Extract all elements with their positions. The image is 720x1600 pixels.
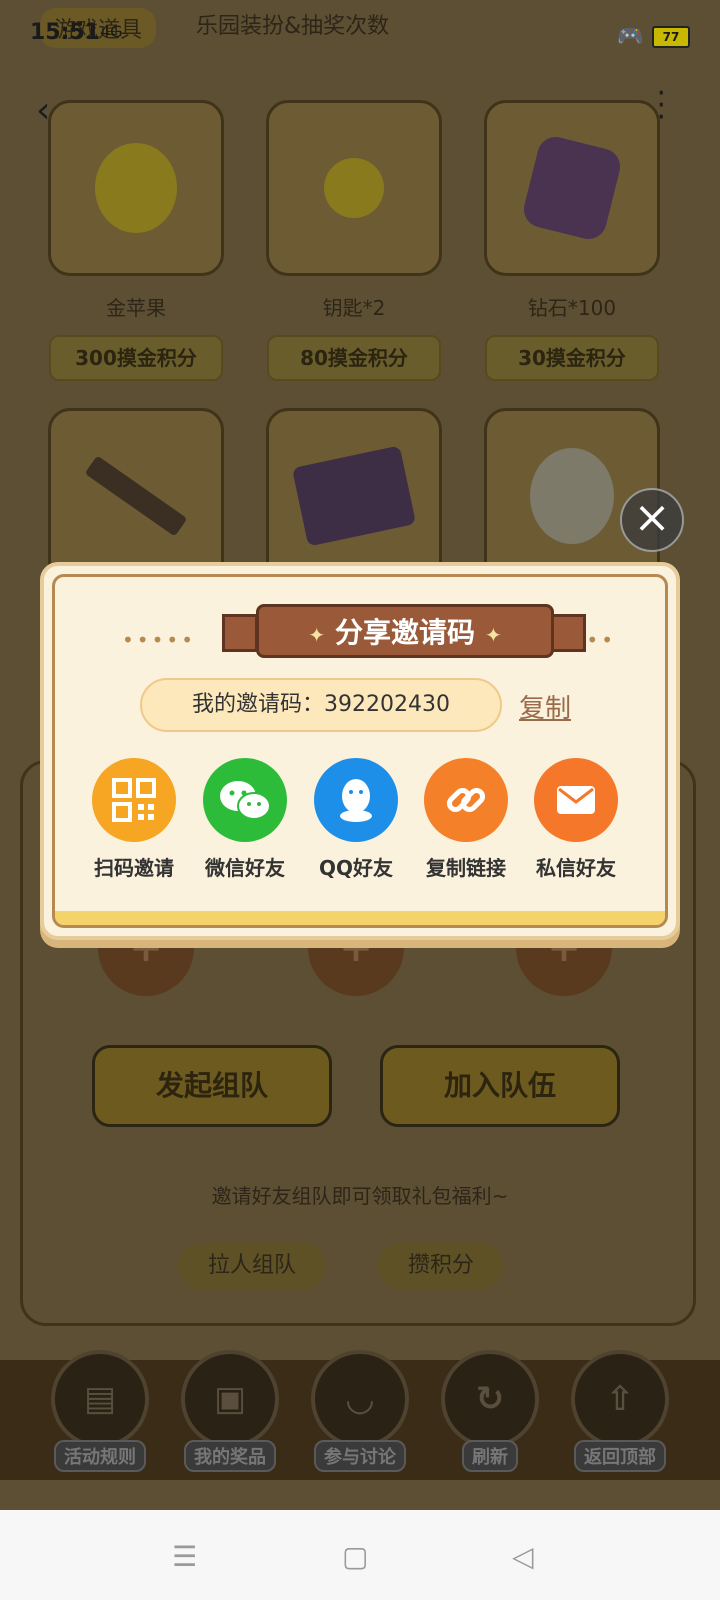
share-label: 扫码邀请 — [94, 856, 174, 880]
share-qq-button[interactable]: QQ好友 — [300, 758, 412, 881]
bottom-item-prizes[interactable]: ▣ 我的奖品 — [170, 1350, 290, 1472]
gift-icon: ▣ — [181, 1350, 279, 1448]
diamond-icon — [520, 133, 624, 243]
item-card[interactable]: 钻石*100 30摸金积分 — [484, 100, 660, 381]
wechat-icon — [203, 758, 287, 842]
decor-dots: ••••• — [122, 628, 196, 652]
item-card[interactable]: 金苹果 300摸金积分 — [48, 100, 224, 381]
bottom-item-rules[interactable]: ▤ 活动规则 — [40, 1350, 160, 1472]
game-mode-icon: 🎮 — [616, 24, 644, 49]
bottom-item-label: 活动规则 — [54, 1440, 146, 1472]
start-team-button[interactable]: 发起组队 — [92, 1045, 332, 1127]
bottom-item-refresh[interactable]: ↻ 刷新 — [430, 1350, 550, 1472]
invite-code-field: 我的邀请码：392202430 — [140, 678, 502, 732]
item-card[interactable]: 钥匙*2 80摸金积分 — [266, 100, 442, 381]
item-tile — [266, 100, 442, 276]
modal-title: 分享邀请码 — [334, 616, 475, 649]
item-card[interactable] — [266, 408, 442, 584]
refresh-icon: ↻ — [441, 1350, 539, 1448]
key-icon — [324, 158, 384, 218]
modal-wave-decoration — [55, 911, 665, 925]
share-label: 私信好友 — [536, 856, 616, 880]
share-label: 复制链接 — [426, 856, 506, 880]
share-label: 微信好友 — [205, 856, 285, 880]
item-price[interactable]: 30摸金积分 — [485, 335, 659, 381]
chat-icon: ◡ — [311, 1350, 409, 1448]
battery-indicator: 77 — [652, 25, 690, 48]
copy-code-link[interactable]: 复制 — [519, 688, 571, 725]
bottom-item-label: 返回顶部 — [574, 1440, 666, 1472]
item-name: 金苹果 — [106, 296, 166, 320]
modal-title-ribbon: ✦ 分享邀请码 ✦ — [256, 604, 554, 658]
share-wechat-button[interactable]: 微信好友 — [189, 758, 301, 881]
share-label: QQ好友 — [318, 856, 393, 880]
share-invite-modal: ••••• ••••• ✦分享邀请码✦ 我的邀请码：392202430 复制 扫… — [40, 562, 680, 940]
close-icon[interactable]: × — [620, 488, 684, 552]
item-tile — [48, 408, 224, 584]
menu-icon[interactable]: ☰ — [172, 1540, 197, 1573]
share-message-button[interactable]: 私信好友 — [520, 758, 632, 881]
qr-code-icon — [92, 758, 176, 842]
bottom-item-discuss[interactable]: ◡ 参与讨论 — [300, 1350, 420, 1472]
sparkle-icon: ✦ — [308, 623, 325, 647]
item-name: 钥匙*2 — [322, 296, 386, 320]
tab-pull-team[interactable]: 拉人组队 — [178, 1243, 327, 1289]
skin-card-icon — [291, 445, 417, 547]
item-price[interactable]: 300摸金积分 — [49, 335, 223, 381]
avatar-icon — [530, 448, 614, 544]
status-bar: 15:51 4G 🎮 77 — [30, 20, 690, 54]
arrow-up-icon: ⇧ — [571, 1350, 669, 1448]
sparkle-icon: ✦ — [485, 623, 502, 647]
item-price[interactable]: 80摸金积分 — [267, 335, 441, 381]
qq-icon — [314, 758, 398, 842]
golden-apple-icon — [95, 143, 177, 233]
home-icon[interactable]: ▢ — [342, 1540, 368, 1573]
system-nav-bar: ☰ ▢ ◁ — [0, 1510, 720, 1600]
back-triangle-icon[interactable]: ◁ — [512, 1540, 534, 1573]
invite-hint: 邀请好友组队即可领取礼包福利~ — [211, 1184, 509, 1208]
document-icon: ▤ — [51, 1350, 149, 1448]
bottom-item-label: 参与讨论 — [314, 1440, 406, 1472]
share-link-button[interactable]: 复制链接 — [410, 758, 522, 881]
bottom-item-label: 我的奖品 — [184, 1440, 276, 1472]
join-team-button[interactable]: 加入队伍 — [380, 1045, 620, 1127]
tab-earn-points[interactable]: 攒积分 — [378, 1243, 505, 1289]
item-card[interactable] — [48, 408, 224, 584]
item-name: 钻石*100 — [527, 296, 617, 320]
bottom-item-label: 刷新 — [462, 1440, 518, 1472]
rifle-icon — [84, 455, 188, 537]
item-tile — [48, 100, 224, 276]
item-tile — [266, 408, 442, 584]
bottom-toolbar: ▤ 活动规则 ▣ 我的奖品 ◡ 参与讨论 ↻ 刷新 ⇧ 返回顶部 — [0, 1350, 720, 1480]
status-time: 15:51 — [30, 20, 101, 45]
ribbon-tail — [550, 614, 586, 652]
link-icon — [424, 758, 508, 842]
ribbon-tail — [222, 614, 258, 652]
item-tile — [484, 100, 660, 276]
mail-icon — [534, 758, 618, 842]
signal-indicator: 4G — [100, 22, 123, 41]
bottom-item-top[interactable]: ⇧ 返回顶部 — [560, 1350, 680, 1472]
share-qr-button[interactable]: 扫码邀请 — [78, 758, 190, 881]
